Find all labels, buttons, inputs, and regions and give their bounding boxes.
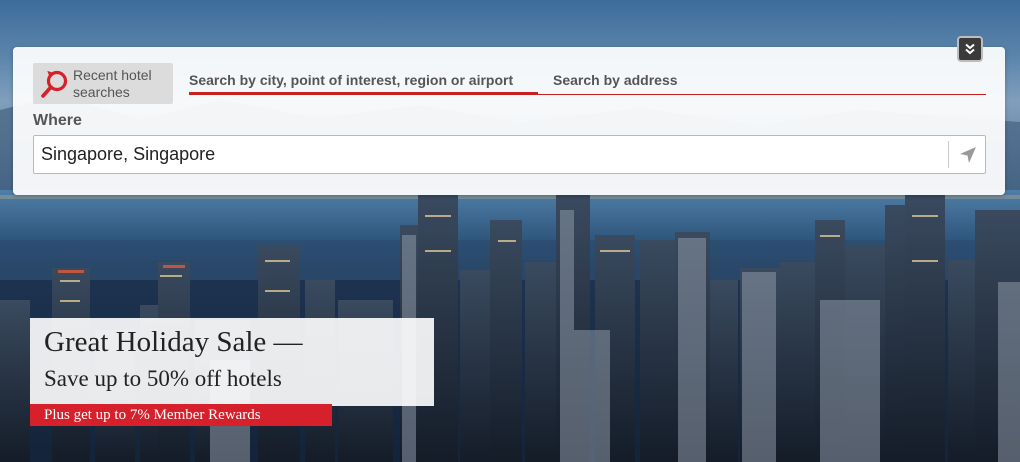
recent-searches-label: Recent hotel searches bbox=[73, 66, 152, 100]
promo-banner[interactable]: Great Holiday Sale — Save up to 50% off … bbox=[30, 318, 434, 406]
tab-search-by-city[interactable]: Search by city, point of interest, regio… bbox=[189, 72, 538, 95]
collapse-panel-button[interactable] bbox=[957, 36, 983, 62]
where-label: Where bbox=[33, 112, 82, 129]
destination-input[interactable] bbox=[34, 136, 944, 173]
current-location-button[interactable] bbox=[953, 140, 983, 170]
tab-search-by-address[interactable]: Search by address bbox=[553, 72, 678, 95]
search-tabs: Search by city, point of interest, regio… bbox=[189, 69, 986, 95]
recent-hotel-searches-button[interactable]: Recent hotel searches bbox=[33, 63, 173, 104]
hotel-search-panel: Recent hotel searches Search by city, po… bbox=[13, 36, 1005, 195]
input-divider bbox=[948, 141, 949, 168]
promo-title: Great Holiday Sale — bbox=[44, 326, 303, 358]
location-arrow-icon bbox=[960, 147, 976, 163]
promo-subtitle: Save up to 50% off hotels bbox=[44, 366, 282, 391]
double-chevron-down-icon bbox=[965, 43, 975, 55]
member-rewards-badge[interactable]: Plus get up to 7% Member Rewards bbox=[30, 404, 332, 426]
search-history-icon bbox=[41, 70, 68, 98]
where-field bbox=[33, 135, 986, 174]
